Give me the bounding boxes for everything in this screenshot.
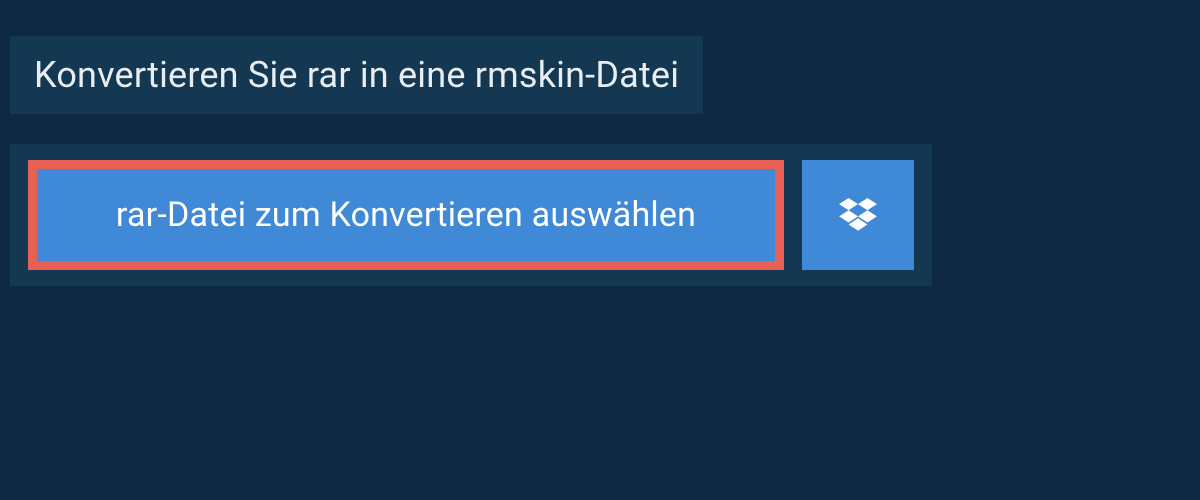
dropbox-icon	[838, 195, 878, 235]
header-bar: Konvertieren Sie rar in eine rmskin-Date…	[10, 36, 703, 114]
upload-panel: rar-Datei zum Konvertieren auswählen	[10, 144, 932, 286]
select-file-button[interactable]: rar-Datei zum Konvertieren auswählen	[28, 160, 784, 270]
select-file-label: rar-Datei zum Konvertieren auswählen	[116, 195, 696, 235]
page-title: Konvertieren Sie rar in eine rmskin-Date…	[34, 54, 679, 96]
dropbox-button[interactable]	[802, 160, 914, 270]
